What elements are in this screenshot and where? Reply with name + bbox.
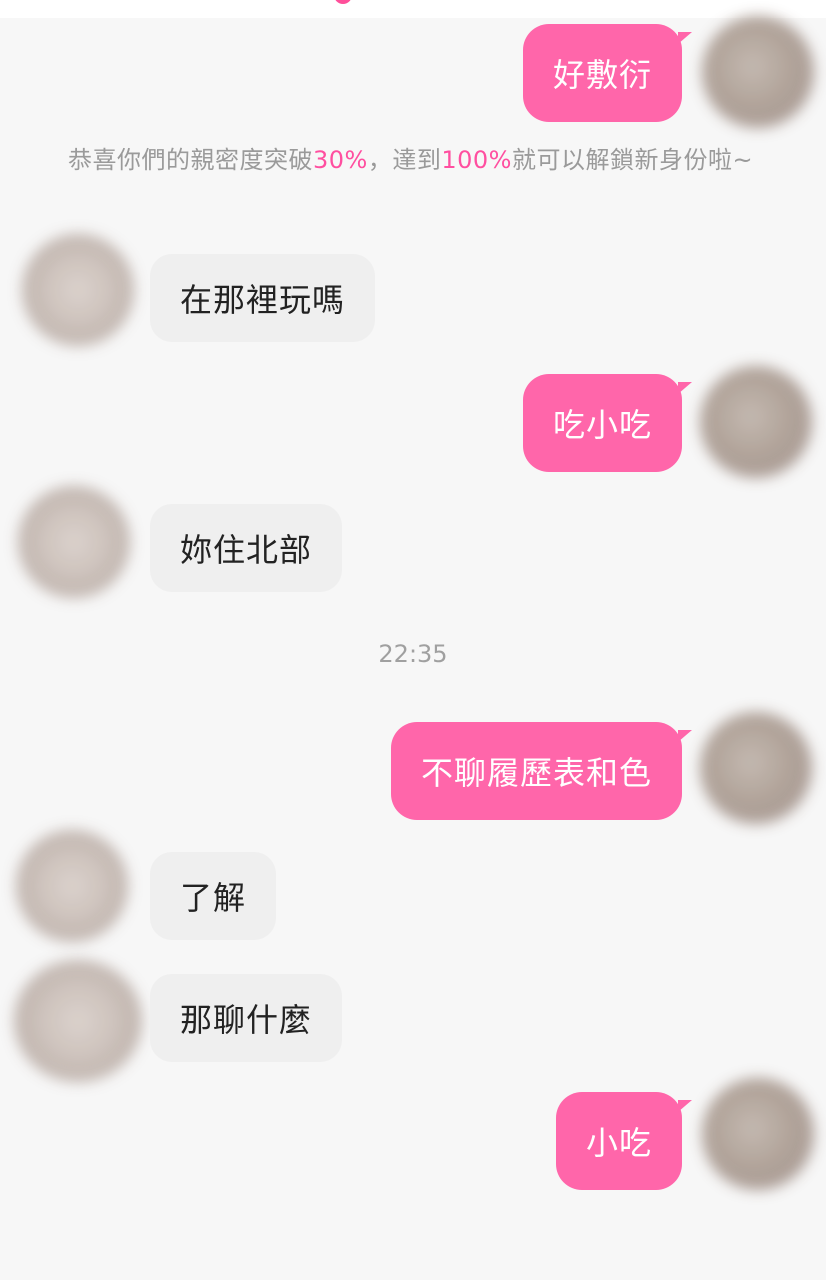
- other-message-bubble[interactable]: 那聊什麼: [150, 974, 343, 1062]
- self-avatar[interactable]: [702, 1078, 814, 1190]
- self-message-bubble[interactable]: 小吃: [555, 1092, 693, 1190]
- notice-percent-current: 30%: [313, 146, 368, 174]
- self-avatar[interactable]: [700, 712, 812, 824]
- self-avatar[interactable]: [700, 366, 812, 478]
- message-text: 好敷衍: [552, 56, 652, 94]
- self-message-bubble[interactable]: 好敷衍: [522, 24, 693, 122]
- message-timestamp: 22:35: [378, 640, 448, 668]
- intimacy-notice: 恭喜你們的親密度突破30%，達到100%就可以解鎖新身份啦~: [68, 140, 758, 180]
- message-text: 在那裡玩嗎: [180, 281, 346, 319]
- other-message-bubble[interactable]: 妳住北部: [150, 504, 343, 592]
- message-text: 了解: [180, 879, 247, 917]
- other-avatar[interactable]: [22, 234, 134, 346]
- notice-percent-target: 100%: [441, 146, 512, 174]
- notice-text: 就可以解鎖新身份啦~: [511, 146, 754, 174]
- message-text: 吃小吃: [552, 406, 652, 444]
- message-text: 妳住北部: [180, 531, 313, 569]
- other-avatar[interactable]: [16, 830, 128, 942]
- other-avatar[interactable]: [18, 486, 130, 598]
- chat-area[interactable]: 好敷衍 恭喜你們的親密度突破30%，達到100%就可以解鎖新身份啦~ 在那裡玩嗎…: [0, 0, 826, 1280]
- self-message-bubble[interactable]: 不聊履歷表和色: [390, 722, 693, 820]
- notice-text: ，達到: [367, 146, 442, 174]
- self-message-bubble[interactable]: 吃小吃: [522, 374, 693, 472]
- other-message-bubble[interactable]: 在那裡玩嗎: [150, 254, 376, 342]
- message-text: 那聊什麼: [180, 1001, 313, 1039]
- other-message-bubble[interactable]: 了解: [150, 852, 277, 940]
- other-avatar[interactable]: [14, 960, 142, 1082]
- message-text: 小吃: [585, 1124, 652, 1162]
- notice-text: 恭喜你們的親密度突破: [68, 146, 313, 174]
- self-avatar[interactable]: [702, 16, 814, 128]
- message-text: 不聊履歷表和色: [420, 754, 652, 792]
